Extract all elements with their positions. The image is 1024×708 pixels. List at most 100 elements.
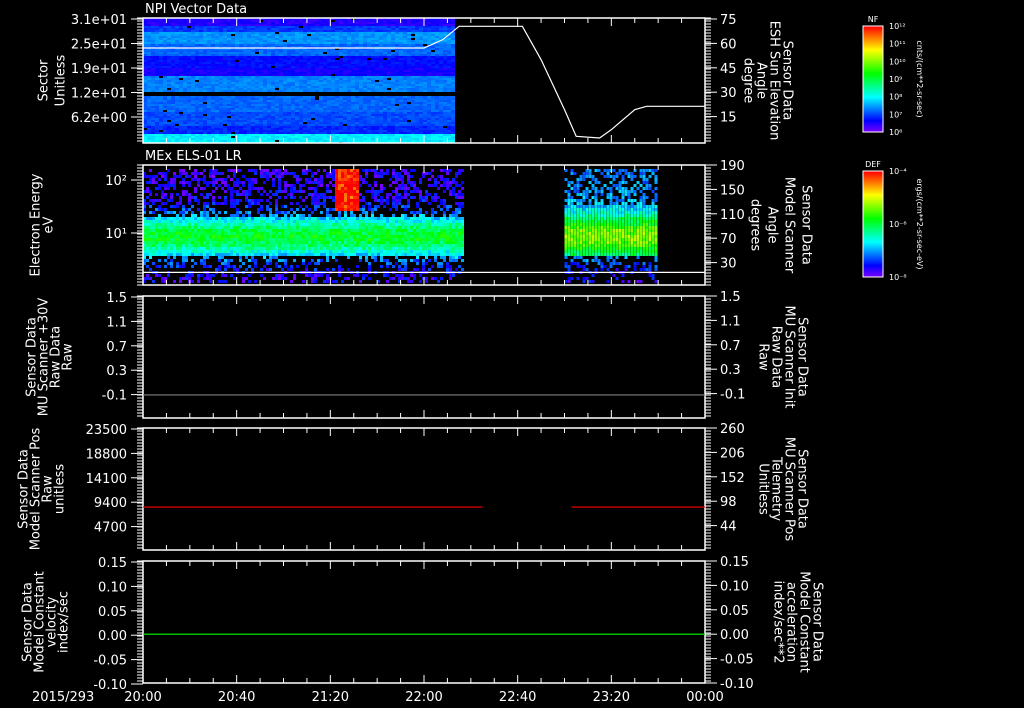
y-tick-label: 23500: [86, 423, 127, 438]
right-axis-label: Sensor DataModel ScannerAngledegrees: [748, 177, 814, 274]
y-tick-label: 1.9e+01: [71, 62, 127, 77]
y-tick-label: 0.7: [106, 340, 127, 355]
y-tick-label: -0.10: [93, 678, 127, 693]
right-y-tick-label: 70: [720, 232, 737, 247]
colorbar-units-text: ergs/(cm**2-sr-sec-eV): [915, 178, 924, 269]
right-y-tick-label: -0.05: [720, 653, 754, 668]
right-y-tick-label: 0.05: [720, 604, 749, 619]
y-tick-label: 0.00: [98, 629, 127, 644]
colorbar-tick-label: 10⁹: [889, 75, 902, 84]
right-y-tick-label: 190: [720, 159, 745, 174]
right-y-tick-label: 60: [720, 37, 737, 52]
right-y-tick-label: -0.1: [720, 388, 745, 403]
x-tick-label: 20:00: [124, 690, 161, 705]
left-axis-label-line: Raw: [61, 343, 76, 371]
colorbar-tick-label: 10⁸: [889, 93, 902, 102]
colorbar-tick-label: 10¹¹: [889, 40, 906, 49]
left-axis-label-line: Sector: [37, 59, 52, 101]
panel-frame-3: [142, 295, 706, 419]
right-axis-label: Sensor DataESH Sun ElevationAngledegree: [741, 21, 795, 141]
right-y-tick-label: 0.3: [720, 363, 741, 378]
colorbar-tick-label: 10⁶: [889, 128, 902, 137]
sun-elevation-line: [143, 25, 705, 139]
colorbar-tick-label: 10⁻⁸: [889, 273, 907, 282]
colorbar-units: ergs/(cm**2-sr-sec-eV): [915, 178, 924, 269]
right-axis-label: Sensor DataMU Scanner InitRaw DataRaw: [756, 306, 810, 409]
y-tick-label: 4700: [94, 521, 127, 536]
y-tick-label: 1.1: [106, 315, 127, 330]
right-axis-label-line: Sensor Data: [799, 185, 814, 265]
colorbar-tick-label: 10⁷: [889, 110, 902, 119]
right-y-tick-label: 0.00: [720, 628, 749, 643]
right-y-tick-label: 152: [720, 471, 745, 486]
y-tick-label: 2.5e+01: [71, 38, 127, 53]
right-y-tick-label: 15: [720, 111, 737, 126]
left-axis-label: Sensor DataModel Constantvelocityindex/s…: [21, 571, 72, 673]
panel-frame-5: [142, 560, 706, 684]
right-axis-label: Sensor DataModel Constantaccelerationind…: [771, 571, 825, 673]
right-axis-label-line: Unitless: [756, 463, 771, 515]
panel-title: NPI Vector Data: [145, 2, 247, 17]
right-axis-label-line: Angle: [765, 207, 780, 244]
y-tick-label: 14100: [86, 472, 127, 487]
y-tick-label: 1.2e+01: [71, 87, 127, 102]
x-tick-label: 20:40: [218, 690, 255, 705]
y-tick-label: 1.5: [106, 291, 127, 306]
y-tick-label: 0.15: [98, 556, 127, 571]
right-y-tick-label: 206: [720, 446, 745, 461]
left-axis-label: Sensor DataMU Scanner +30VRaw DataRaw: [25, 298, 76, 417]
right-axis-label-line: index/sec**2: [771, 580, 786, 663]
right-y-tick-label: 30: [720, 257, 737, 272]
right-y-tick-label: 0.15: [720, 555, 749, 570]
x-tick-label: 23:20: [593, 690, 630, 705]
x-tick-label: 22:40: [499, 690, 536, 705]
y-tick-label: 10²: [105, 174, 127, 189]
left-axis-label-line: unitless: [53, 464, 68, 515]
plot-axes: 3.1e+01 2.5e+01 1.9e+01 1.2e+01 6.2e+00 75 60 4…: [17, 2, 925, 705]
right-y-tick-label: 0.7: [720, 339, 741, 354]
y-tick-label: 0.10: [98, 580, 127, 595]
right-y-tick-label: 30: [720, 86, 737, 101]
x-tick-label: 22:00: [405, 690, 442, 705]
right-axis-label-line: Model Scanner: [782, 177, 797, 274]
y-tick-label: -0.05: [93, 654, 127, 669]
x-tick-label: 21:20: [312, 690, 349, 705]
left-axis-label: Sector Unitless: [37, 54, 69, 106]
right-axis-label-line: degree: [741, 58, 756, 104]
y-tick-label: 0.3: [106, 364, 127, 379]
y-tick-label: 0.05: [98, 605, 127, 620]
right-y-tick-label: 45: [720, 62, 737, 77]
colorbar-units-text: cnts/(cm**2-sr-sec): [915, 40, 924, 117]
right-y-tick-label: 0.10: [720, 579, 749, 594]
right-y-tick-label: 1.5: [720, 290, 741, 305]
left-axis-label: Electron EnergyeV: [29, 173, 57, 276]
right-y-tick-label: 75: [720, 13, 737, 28]
right-axis-label: Sensor DataMU Scanner PosTelemetryUnitle…: [756, 437, 810, 542]
left-axis-label-line: eV: [42, 216, 57, 233]
x-tick-label: 00:00: [686, 690, 723, 705]
y-tick-label: -0.1: [102, 389, 127, 404]
right-y-tick-label: 110: [720, 208, 745, 223]
y-tick-label: 10¹: [105, 227, 127, 242]
colorbar-tick-label: 10⁻⁴: [889, 167, 907, 176]
right-y-tick-label: 260: [720, 422, 745, 437]
y-tick-label: 6.2e+00: [71, 111, 127, 126]
left-axis-label: Sensor DataModel Scanner PosRawunitless: [17, 427, 68, 550]
left-axis-label-line: Unitless: [54, 54, 69, 106]
panel-frame-1: [142, 17, 706, 144]
right-axis-label-line: Raw: [756, 343, 771, 371]
right-y-tick-label: 150: [720, 183, 745, 198]
y-tick-label: 9400: [94, 496, 127, 511]
colorbar-tick-label: 10¹²: [889, 22, 906, 31]
plot-figure: 3.1e+01 2.5e+01 1.9e+01 1.2e+01 6.2e+00 75 60 4…: [0, 0, 1024, 708]
date-label: 2015/293: [32, 690, 94, 705]
right-y-tick-label: 1.1: [720, 314, 741, 329]
colorbar-tick-label: 10⁻⁶: [889, 220, 907, 229]
colorbar-units: cnts/(cm**2-sr-sec): [915, 40, 924, 117]
colorbar-tick-label: 10¹⁰: [889, 57, 906, 66]
right-y-tick-label: 98: [720, 495, 737, 510]
y-tick-label: 18800: [86, 447, 127, 462]
panel-frame-2: [142, 164, 706, 286]
right-y-tick-label: -0.10: [720, 677, 754, 692]
y-tick-label: 3.1e+01: [71, 13, 127, 28]
